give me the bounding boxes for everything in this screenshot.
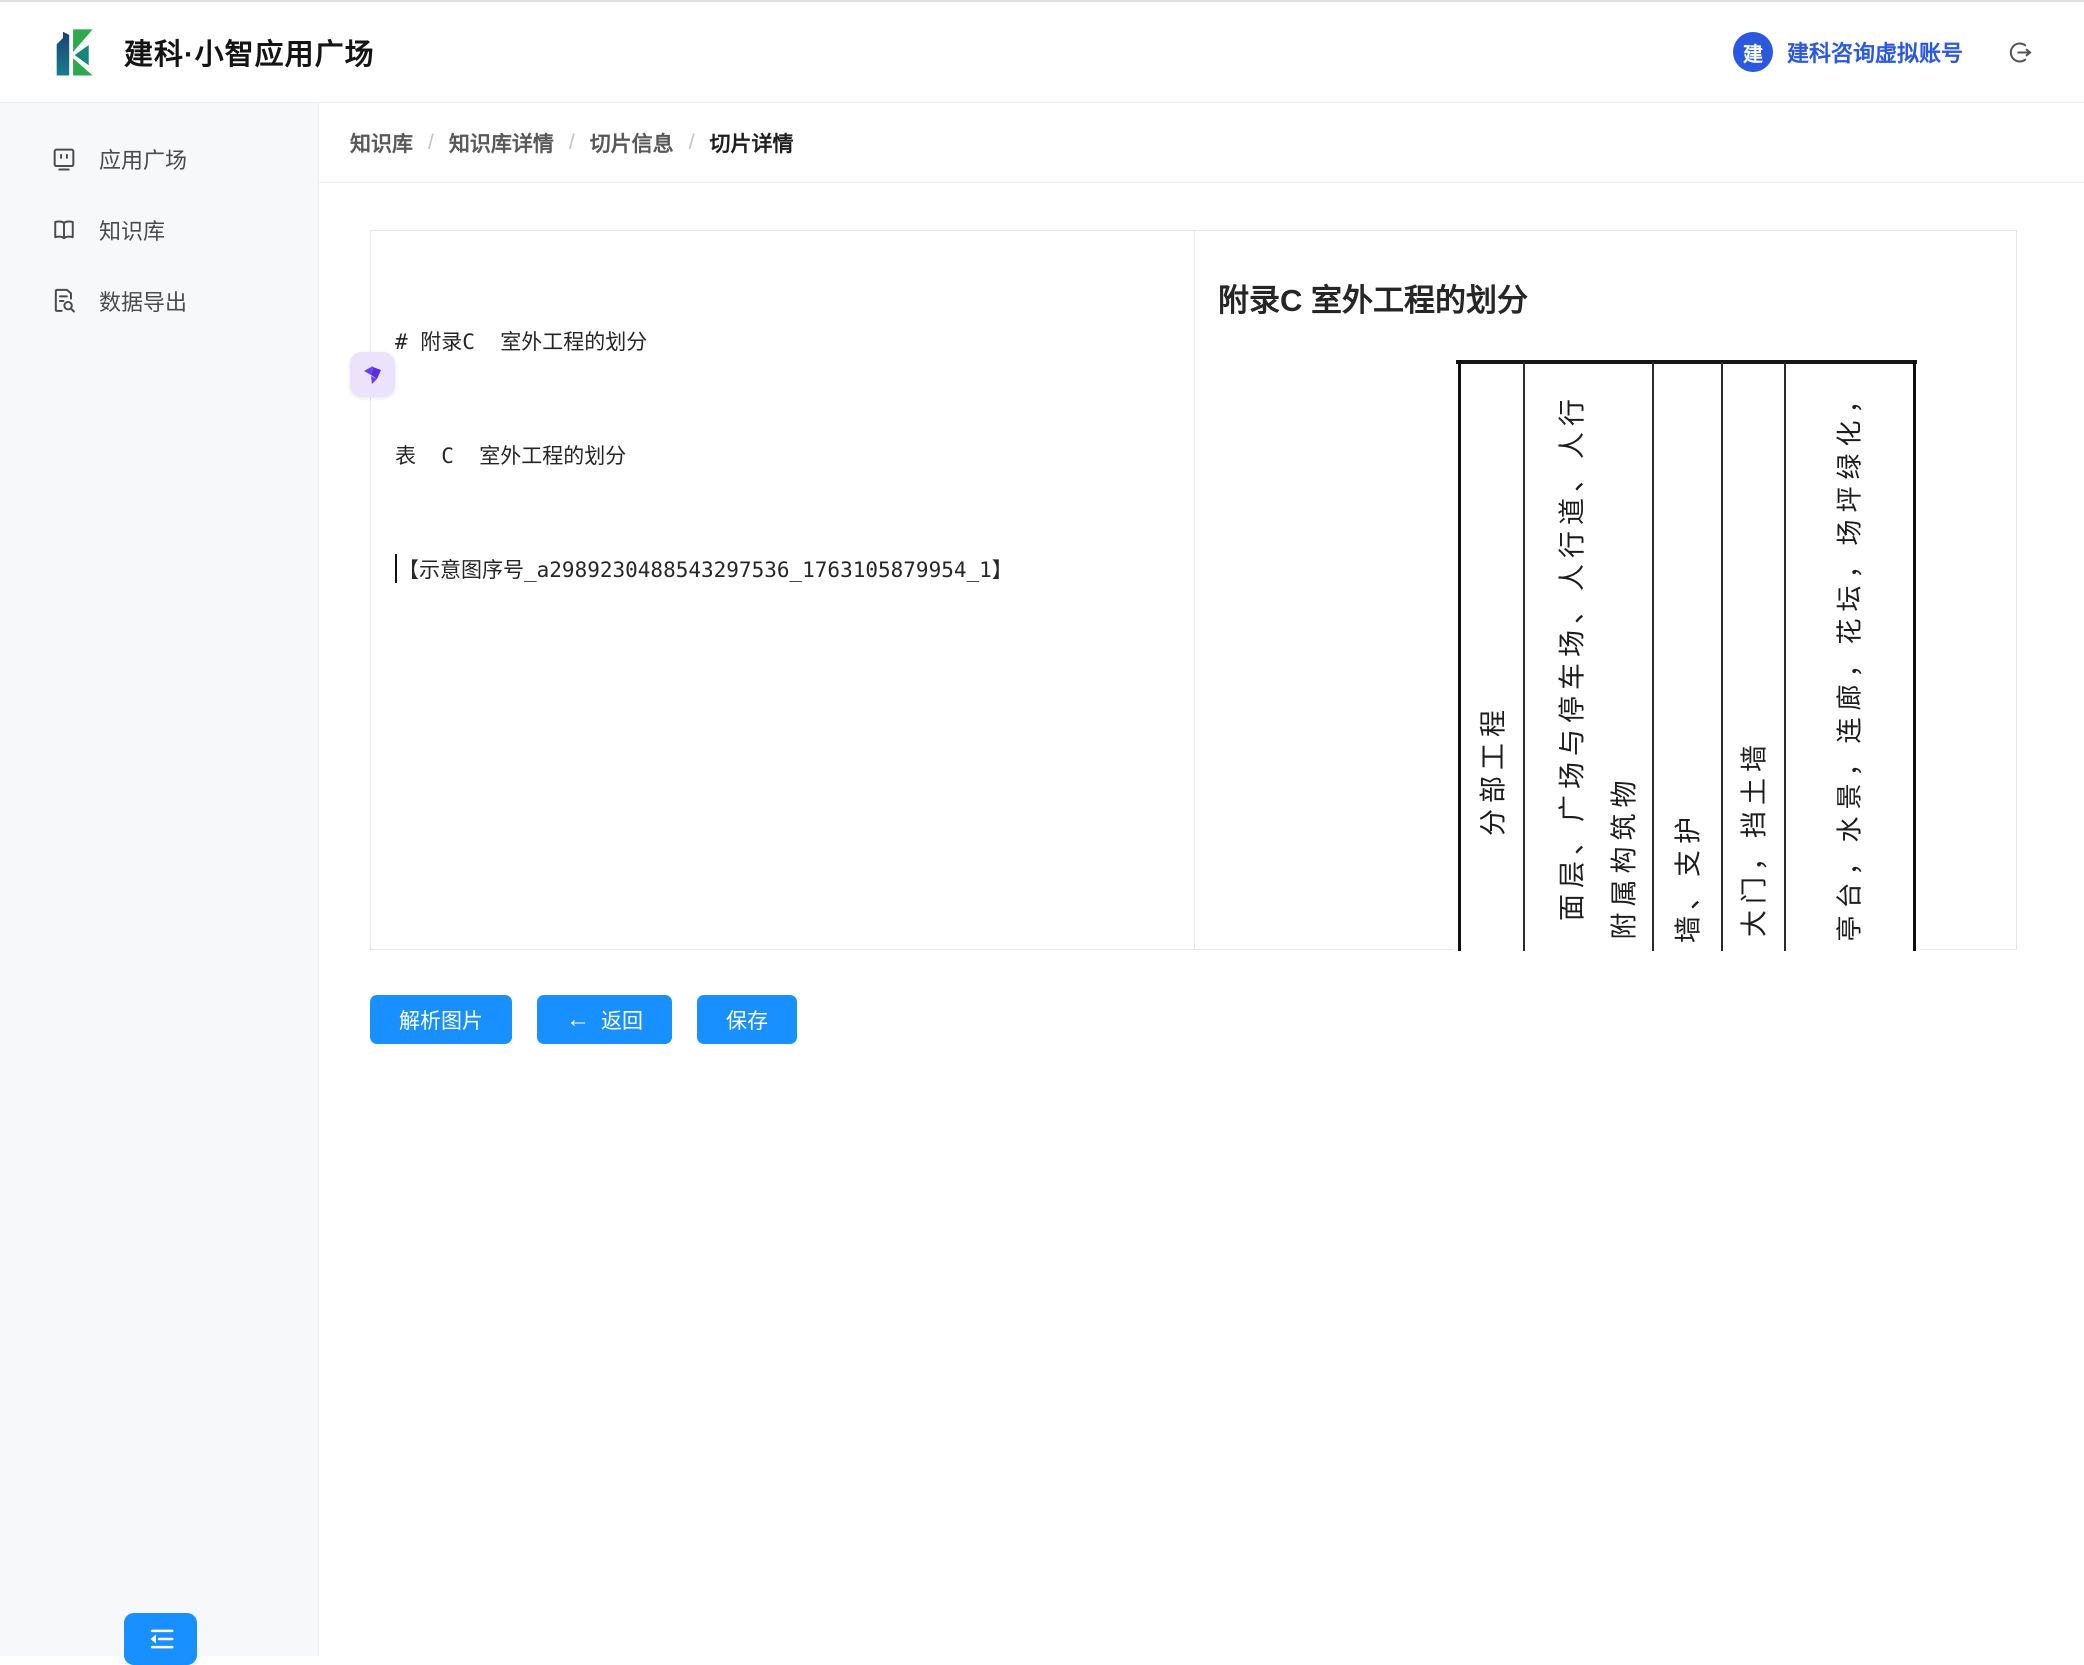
breadcrumb-kb-detail[interactable]: 知识库详情 [449, 128, 554, 158]
sidebar-item-label: 数据导出 [99, 285, 187, 317]
breadcrumb-slice-detail: 切片详情 [710, 128, 794, 158]
app-window-icon [50, 145, 78, 173]
translate-extension-button[interactable] [350, 352, 395, 397]
scan-border [1652, 362, 1654, 951]
sidebar-item-app-plaza[interactable]: 应用广场 [0, 123, 318, 194]
app-logo-icon [52, 25, 102, 79]
sidebar-item-label: 知识库 [99, 214, 165, 246]
scan-border [1913, 360, 1916, 951]
scan-border [1784, 362, 1786, 951]
parse-image-button[interactable]: 解析图片 [370, 995, 512, 1044]
breadcrumb-separator: / [569, 131, 575, 155]
save-label: 保存 [726, 1005, 768, 1035]
scan-border [1523, 362, 1525, 951]
app-header: 建科·小智应用广场 建 建科咨询虚拟账号 [0, 2, 2084, 103]
parse-image-label: 解析图片 [399, 1005, 483, 1035]
scan-top-border [1456, 360, 1917, 364]
scan-col-header: 分部工程 [1472, 704, 1511, 836]
breadcrumb-separator: / [428, 131, 434, 155]
scan-col-row2: 墙、支护 [1667, 811, 1706, 943]
sidebar-item-data-export[interactable]: 数据导出 [0, 265, 318, 336]
action-bar: 解析图片 ← 返回 保存 [370, 995, 2084, 1044]
scan-col-row3: 大门，挡土墙 [1733, 739, 1772, 937]
breadcrumb-knowledge-base[interactable]: 知识库 [350, 128, 413, 158]
editor-line: 表 C 室外工程的划分 [395, 437, 1170, 475]
breadcrumb: 知识库 / 知识库详情 / 切片信息 / 切片详情 [319, 103, 2084, 183]
logout-icon[interactable] [2007, 39, 2034, 66]
save-button[interactable]: 保存 [697, 995, 797, 1044]
editor-line: # 附录C 室外工程的划分 [395, 323, 1170, 361]
table-scan-image: 分部工程 面层、广场与停车场、人行道、人行 附属构筑物 墙、支护 大门，挡土墙 … [1454, 360, 1920, 951]
book-icon [50, 216, 78, 244]
arrow-left-icon: ← [566, 1008, 590, 1032]
slice-preview: 附录C 室外工程的划分 分部工程 面层、广场与停车场、人行道、人行 附属构筑物 … [1195, 231, 2016, 949]
editor-line: 【示意图序号_a2989230488543297536_176310587995… [395, 551, 1170, 589]
scan-border [1721, 362, 1723, 951]
breadcrumb-separator: / [689, 131, 695, 155]
text-cursor [395, 554, 397, 583]
preview-title: 附录C 室外工程的划分 [1218, 275, 2016, 320]
scan-border [1458, 360, 1461, 951]
menu-fold-icon [146, 1624, 176, 1654]
translate-extension-icon [361, 363, 385, 387]
slice-editor[interactable]: # 附录C 室外工程的划分 表 C 室外工程的划分 【示意图序号_a298923… [371, 231, 1195, 949]
scan-col-row4: 亭台，水景，连廊，花坛，场坪绿化， [1830, 380, 1867, 941]
doc-export-icon [50, 287, 78, 315]
sidebar-item-label: 应用广场 [99, 143, 187, 175]
image-placeholder-token: 【示意图序号_a2989230488543297536_176310587995… [398, 558, 1013, 582]
scan-col-row1-line2: 附属构筑物 [1603, 775, 1642, 940]
app-title: 建科·小智应用广场 [124, 31, 375, 73]
sidebar-item-knowledge-base[interactable]: 知识库 [0, 194, 318, 265]
slice-panel: # 附录C 室外工程的划分 表 C 室外工程的划分 【示意图序号_a298923… [370, 230, 2017, 950]
back-button[interactable]: ← 返回 [537, 995, 672, 1044]
collapse-sidebar-button[interactable] [124, 1613, 197, 1665]
breadcrumb-slice-info[interactable]: 切片信息 [590, 128, 674, 158]
back-label: 返回 [601, 1005, 643, 1035]
user-avatar[interactable]: 建 [1733, 32, 1773, 72]
sidebar: 应用广场 知识库 数据导出 [0, 103, 319, 1656]
scan-col-row1-line1: 面层、广场与停车场、人行道、人行 [1551, 393, 1590, 921]
slice-detail-content: # 附录C 室外工程的划分 表 C 室外工程的划分 【示意图序号_a298923… [319, 183, 2084, 1044]
main-area: 知识库 / 知识库详情 / 切片信息 / 切片详情 # 附录C 室外工程的划分 … [319, 103, 2084, 1656]
user-name[interactable]: 建科咨询虚拟账号 [1787, 36, 1963, 68]
